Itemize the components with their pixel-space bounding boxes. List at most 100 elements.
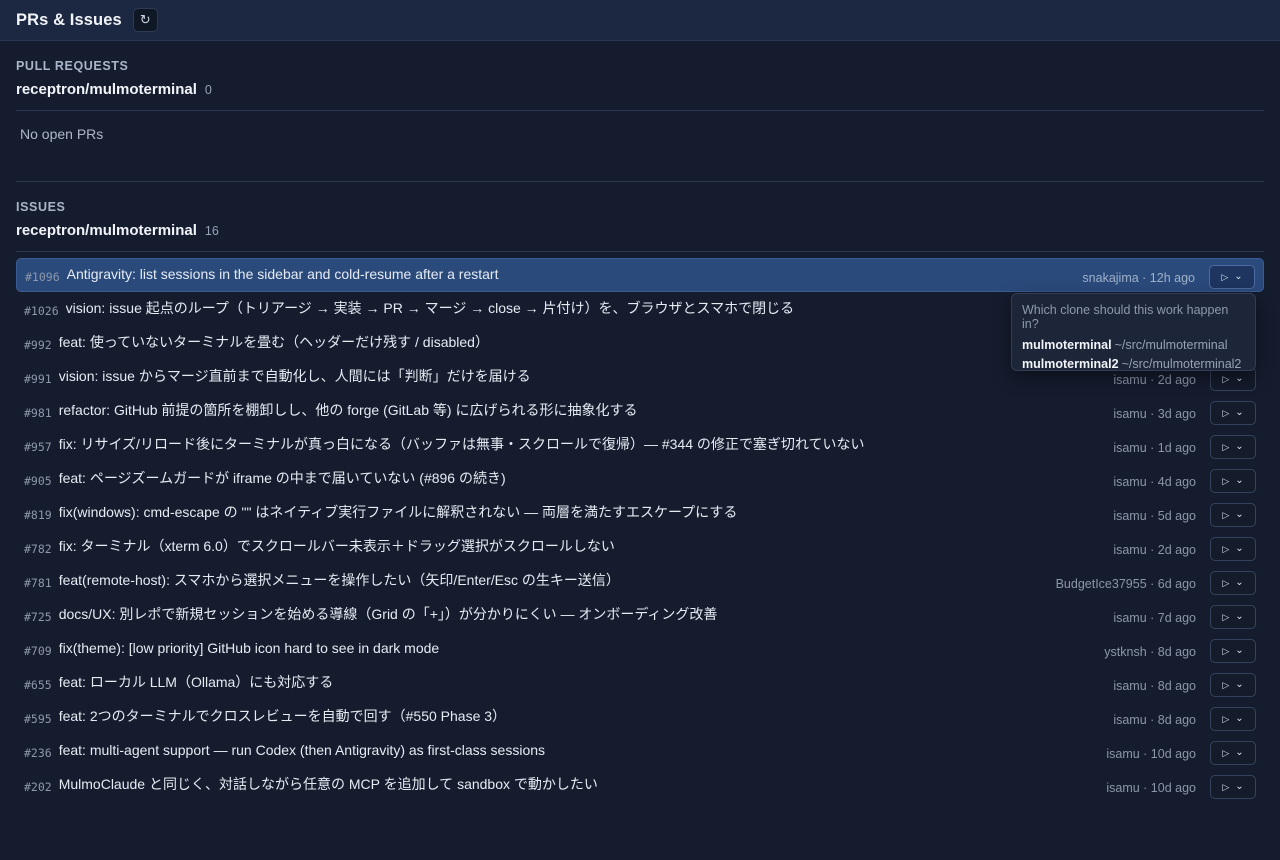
issue-title[interactable]: fix(windows): cmd-escape の "" はネイティブ実行ファ…	[59, 502, 1102, 522]
refresh-icon: ↻	[139, 12, 151, 27]
play-icon[interactable]: ▷	[1222, 374, 1229, 384]
issues-repo-name[interactable]: receptron/mulmoterminal	[16, 222, 197, 239]
chevron-down-icon[interactable]: ⌄	[1235, 646, 1243, 656]
issue-number: #202	[24, 780, 52, 794]
run-session-button-group[interactable]: ▷ ⌄	[1209, 265, 1255, 289]
issue-row[interactable]: #981 refactor: GitHub 前提の箇所を棚卸しし、他の forge…	[16, 394, 1264, 428]
run-session-button-group[interactable]: ▷ ⌄	[1210, 469, 1256, 493]
issue-title[interactable]: feat: 2つのターミナルでクロスレビューを自動で回す（#550 Phase …	[59, 706, 1102, 726]
issue-title[interactable]: fix: リサイズ/リロード後にターミナルが真っ白になる（バッファは無事・スクロ…	[59, 434, 1102, 454]
run-session-button-group[interactable]: ▷ ⌄	[1210, 503, 1256, 527]
chevron-down-icon[interactable]: ⌄	[1235, 510, 1243, 520]
issues-repo-header: receptron/mulmoterminal 16	[16, 222, 1264, 252]
run-session-button-group[interactable]: ▷ ⌄	[1210, 537, 1256, 561]
chevron-down-icon[interactable]: ⌄	[1235, 782, 1243, 792]
issue-title[interactable]: feat: ローカル LLM（Ollama）にも対応する	[59, 672, 1102, 692]
issue-title[interactable]: refactor: GitHub 前提の箇所を棚卸しし、他の forge (Gi…	[59, 400, 1102, 420]
pr-repo-name[interactable]: receptron/mulmoterminal	[16, 81, 197, 98]
play-icon[interactable]: ▷	[1222, 408, 1229, 418]
clone-option-mulmoterminal2[interactable]: mulmoterminal2 ~/src/mulmoterminal2	[1022, 357, 1245, 371]
chevron-down-icon[interactable]: ⌄	[1235, 612, 1243, 622]
issue-title[interactable]: feat: ページズームガードが iframe の中まで届いていない (#896…	[59, 468, 1102, 488]
issues-count: 16	[204, 224, 219, 238]
refresh-button[interactable]: ↻	[132, 8, 158, 32]
issue-number: #992	[24, 338, 52, 352]
issue-title[interactable]: Antigravity: list sessions in the sideba…	[67, 266, 1071, 282]
issue-meta: isamu · 5d ago	[1113, 509, 1196, 523]
play-icon[interactable]: ▷	[1222, 442, 1229, 452]
play-icon[interactable]: ▷	[1222, 544, 1229, 554]
chevron-down-icon[interactable]: ⌄	[1235, 714, 1243, 724]
run-session-button-group[interactable]: ▷ ⌄	[1210, 401, 1256, 425]
issue-number: #782	[24, 542, 52, 556]
issue-title[interactable]: vision: issue からマージ直前まで自動化し、人間には「判断」だけを届…	[59, 366, 1102, 386]
play-icon[interactable]: ▷	[1222, 646, 1229, 656]
page-title: PRs & Issues	[16, 10, 122, 29]
chevron-down-icon[interactable]: ⌄	[1235, 374, 1243, 384]
chevron-down-icon[interactable]: ⌄	[1234, 272, 1242, 282]
chevron-down-icon[interactable]: ⌄	[1235, 578, 1243, 588]
chevron-down-icon[interactable]: ⌄	[1235, 476, 1243, 486]
chevron-down-icon[interactable]: ⌄	[1235, 442, 1243, 452]
issue-number: #1096	[25, 270, 60, 284]
play-icon[interactable]: ▷	[1222, 680, 1229, 690]
play-icon[interactable]: ▷	[1222, 510, 1229, 520]
issue-row[interactable]: #782 fix: ターミナル（xterm 6.0）でスクロールバー未表示＋ドラッ…	[16, 530, 1264, 564]
issue-title[interactable]: fix(theme): [low priority] GitHub icon h…	[59, 640, 1093, 656]
issue-meta: isamu · 4d ago	[1113, 475, 1196, 489]
issue-row[interactable]: #725 docs/UX: 別レポで新規セッションを始める導線（Grid の「+」…	[16, 598, 1264, 632]
chevron-down-icon[interactable]: ⌄	[1235, 544, 1243, 554]
play-icon[interactable]: ▷	[1222, 578, 1229, 588]
pr-count: 0	[204, 83, 212, 97]
issue-title[interactable]: docs/UX: 別レポで新規セッションを始める導線（Grid の「+」）が分か…	[59, 604, 1102, 624]
run-session-button-group[interactable]: ▷ ⌄	[1210, 571, 1256, 595]
issue-meta: isamu · 2d ago	[1113, 543, 1196, 557]
issue-row[interactable]: #781 feat(remote-host): スマホから選択メニューを操作したい…	[16, 564, 1264, 598]
clone-option-path: ~/src/mulmoterminal	[1114, 338, 1228, 352]
chevron-down-icon[interactable]: ⌄	[1235, 748, 1243, 758]
issue-title[interactable]: feat(remote-host): スマホから選択メニューを操作したい（矢印/…	[59, 570, 1044, 590]
issue-row[interactable]: #819 fix(windows): cmd-escape の "" はネイティブ…	[16, 496, 1264, 530]
play-icon[interactable]: ▷	[1222, 612, 1229, 622]
issue-number: #655	[24, 678, 52, 692]
issue-meta: ystknsh · 8d ago	[1104, 645, 1196, 659]
issue-meta: isamu · 1d ago	[1113, 441, 1196, 455]
issue-meta: isamu · 8d ago	[1113, 713, 1196, 727]
no-prs-message: No open PRs	[20, 126, 104, 142]
issue-meta: isamu · 7d ago	[1113, 611, 1196, 625]
issue-meta: isamu · 2d ago	[1113, 373, 1196, 387]
issue-meta: isamu · 10d ago	[1106, 781, 1196, 795]
play-icon[interactable]: ▷	[1222, 782, 1229, 792]
issue-row[interactable]: #709 fix(theme): [low priority] GitHub ic…	[16, 632, 1264, 666]
issue-row[interactable]: #957 fix: リサイズ/リロード後にターミナルが真っ白になる（バッファは無事…	[16, 428, 1264, 462]
issue-row[interactable]: #202 MulmoClaude と同じく、対話しながら任意の MCP を追加して…	[16, 768, 1264, 802]
run-session-button-group[interactable]: ▷ ⌄	[1210, 707, 1256, 731]
issue-number: #991	[24, 372, 52, 386]
play-icon[interactable]: ▷	[1221, 272, 1228, 282]
issue-meta: isamu · 3d ago	[1113, 407, 1196, 421]
play-icon[interactable]: ▷	[1222, 714, 1229, 724]
issue-row[interactable]: #655 feat: ローカル LLM（Ollama）にも対応する isamu · …	[16, 666, 1264, 700]
issue-title[interactable]: feat: multi-agent support — run Codex (t…	[59, 742, 1095, 758]
run-session-button-group[interactable]: ▷ ⌄	[1210, 639, 1256, 663]
issue-row[interactable]: #595 feat: 2つのターミナルでクロスレビューを自動で回す（#550 Ph…	[16, 700, 1264, 734]
issue-number: #781	[24, 576, 52, 590]
issue-number: #1026	[24, 304, 59, 318]
run-session-button-group[interactable]: ▷ ⌄	[1210, 605, 1256, 629]
issue-row[interactable]: #905 feat: ページズームガードが iframe の中まで届いていない (…	[16, 462, 1264, 496]
chevron-down-icon[interactable]: ⌄	[1235, 680, 1243, 690]
run-session-button-group[interactable]: ▷ ⌄	[1210, 435, 1256, 459]
clone-option-name: mulmoterminal2	[1022, 357, 1119, 371]
play-icon[interactable]: ▷	[1222, 476, 1229, 486]
play-icon[interactable]: ▷	[1222, 748, 1229, 758]
issue-title[interactable]: fix: ターミナル（xterm 6.0）でスクロールバー未表示＋ドラッグ選択が…	[59, 536, 1102, 556]
run-session-button-group[interactable]: ▷ ⌄	[1210, 775, 1256, 799]
issue-title[interactable]: MulmoClaude と同じく、対話しながら任意の MCP を追加して san…	[59, 774, 1095, 794]
chevron-down-icon[interactable]: ⌄	[1235, 408, 1243, 418]
run-session-button-group[interactable]: ▷ ⌄	[1210, 673, 1256, 697]
issue-number: #236	[24, 746, 52, 760]
issue-row[interactable]: #1096 Antigravity: list sessions in the s…	[16, 258, 1264, 292]
clone-option-mulmoterminal[interactable]: mulmoterminal ~/src/mulmoterminal	[1022, 338, 1245, 352]
issue-row[interactable]: #236 feat: multi-agent support — run Code…	[16, 734, 1264, 768]
run-session-button-group[interactable]: ▷ ⌄	[1210, 741, 1256, 765]
